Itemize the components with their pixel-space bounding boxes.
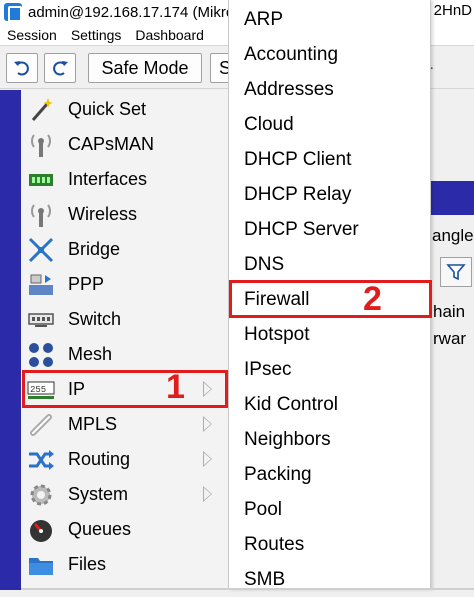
- switch-icon: [26, 306, 56, 334]
- sidebar-item-label: MPLS: [68, 414, 118, 434]
- sidebar-item-mpls[interactable]: MPLS: [24, 407, 224, 442]
- sidebar-item-switch[interactable]: Switch: [24, 302, 224, 337]
- submenu-item-ipsec[interactable]: IPsec: [244, 352, 424, 387]
- antenna-icon: [26, 131, 56, 159]
- mesh-icon: [26, 341, 56, 369]
- menu-session[interactable]: Session: [0, 27, 64, 43]
- sidebar-strip: [0, 90, 21, 590]
- sidebar: Quick Set CAPsMAN Interfaces Wireless Br…: [21, 90, 236, 590]
- undo-button[interactable]: [6, 53, 38, 83]
- submenu-item-addresses[interactable]: Addresses: [244, 72, 424, 107]
- filter-button[interactable]: [440, 257, 472, 287]
- submenu-item-dhcp-client[interactable]: DHCP Client: [244, 142, 424, 177]
- queues-icon: [26, 516, 56, 544]
- sidebar-item-label: PPP: [68, 274, 105, 294]
- bridge-icon: [26, 236, 56, 264]
- sidebar-item-label: Wireless: [68, 204, 138, 224]
- wireless-icon: [26, 201, 56, 229]
- menu-dashboard[interactable]: Dashboard: [128, 27, 211, 43]
- sidebar-item-quick-set[interactable]: Quick Set: [24, 92, 224, 127]
- submenu-arrow-icon: [203, 451, 212, 467]
- submenu-item-routes[interactable]: Routes: [244, 527, 424, 562]
- interfaces-icon: [26, 166, 56, 194]
- redo-button[interactable]: [44, 53, 76, 83]
- sidebar-item-system[interactable]: System: [24, 477, 224, 512]
- menu-settings[interactable]: Settings: [64, 27, 129, 43]
- submenu-item-cloud[interactable]: Cloud: [244, 107, 424, 142]
- submenu-item-smb[interactable]: SMB: [244, 562, 424, 597]
- mpls-icon: [26, 411, 56, 439]
- submenu-item-dhcp-server[interactable]: DHCP Server: [244, 212, 424, 247]
- sidebar-item-files[interactable]: Files: [24, 547, 224, 582]
- submenu-item-accounting[interactable]: Accounting: [244, 37, 424, 72]
- submenu-arrow-icon: [203, 416, 212, 432]
- submenu-item-dhcp-relay[interactable]: DHCP Relay: [244, 177, 424, 212]
- sidebar-item-label: Files: [68, 554, 107, 574]
- sidebar-item-label: Switch: [68, 309, 122, 329]
- wand-icon: [26, 96, 56, 124]
- routing-icon: [26, 446, 56, 474]
- sidebar-item-interfaces[interactable]: Interfaces: [24, 162, 224, 197]
- gear-icon: [26, 481, 56, 509]
- sidebar-item-label: Quick Set: [68, 99, 147, 119]
- submenu-arrow-icon: [203, 486, 212, 502]
- ppp-icon: [26, 271, 56, 299]
- undo-icon: [14, 61, 29, 76]
- sidebar-item-queues[interactable]: Queues: [24, 512, 224, 547]
- sidebar-item-label: Interfaces: [68, 169, 148, 189]
- submenu-item-packing[interactable]: Packing: [244, 457, 424, 492]
- safe-mode-button[interactable]: Safe Mode: [88, 53, 202, 83]
- sidebar-item-label: Bridge: [68, 239, 121, 259]
- submenu-item-pool[interactable]: Pool: [244, 492, 424, 527]
- ip-submenu: ARP Accounting Addresses Cloud DHCP Clie…: [228, 0, 432, 590]
- submenu-item-arp[interactable]: ARP: [244, 2, 424, 37]
- sidebar-item-bridge[interactable]: Bridge: [24, 232, 224, 267]
- ip-highlight-box: [22, 370, 228, 408]
- sidebar-item-label: Mesh: [68, 344, 113, 364]
- winbox-app-icon: [4, 3, 22, 22]
- sidebar-item-label: CAPsMAN: [68, 134, 155, 154]
- step-2-badge: 2: [363, 280, 382, 318]
- column-chain-partial: hain: [433, 302, 466, 321]
- sidebar-item-label: Routing: [68, 449, 131, 469]
- window-title: admin@192.168.17.174 (MikroTik: [28, 3, 254, 21]
- step-1-badge: 1: [166, 368, 185, 406]
- sidebar-item-label: System: [68, 484, 129, 504]
- submenu-item-hotspot[interactable]: Hotspot: [244, 317, 424, 352]
- sidebar-item-wireless[interactable]: Wireless: [24, 197, 224, 232]
- redo-icon: [53, 61, 68, 76]
- sidebar-item-mesh[interactable]: Mesh: [24, 337, 224, 372]
- submenu-item-dns[interactable]: DNS: [244, 247, 424, 282]
- row-forward-partial: rwar: [433, 329, 467, 348]
- submenu-item-neighbors[interactable]: Neighbors: [244, 422, 424, 457]
- window-title-suffix: 2HnD: [433, 2, 472, 19]
- tab-mangle-partial[interactable]: angle: [432, 226, 474, 246]
- sidebar-item-ppp[interactable]: PPP: [24, 267, 224, 302]
- sidebar-item-capsman[interactable]: CAPsMAN: [24, 127, 224, 162]
- firewall-highlight-box: [229, 280, 432, 318]
- folder-icon: [26, 551, 56, 579]
- sidebar-item-label: Queues: [68, 519, 132, 539]
- submenu-item-kid-control[interactable]: Kid Control: [244, 387, 424, 422]
- background-window-titlebar: [430, 181, 474, 215]
- sidebar-item-routing[interactable]: Routing: [24, 442, 224, 477]
- filter-icon: [446, 264, 466, 281]
